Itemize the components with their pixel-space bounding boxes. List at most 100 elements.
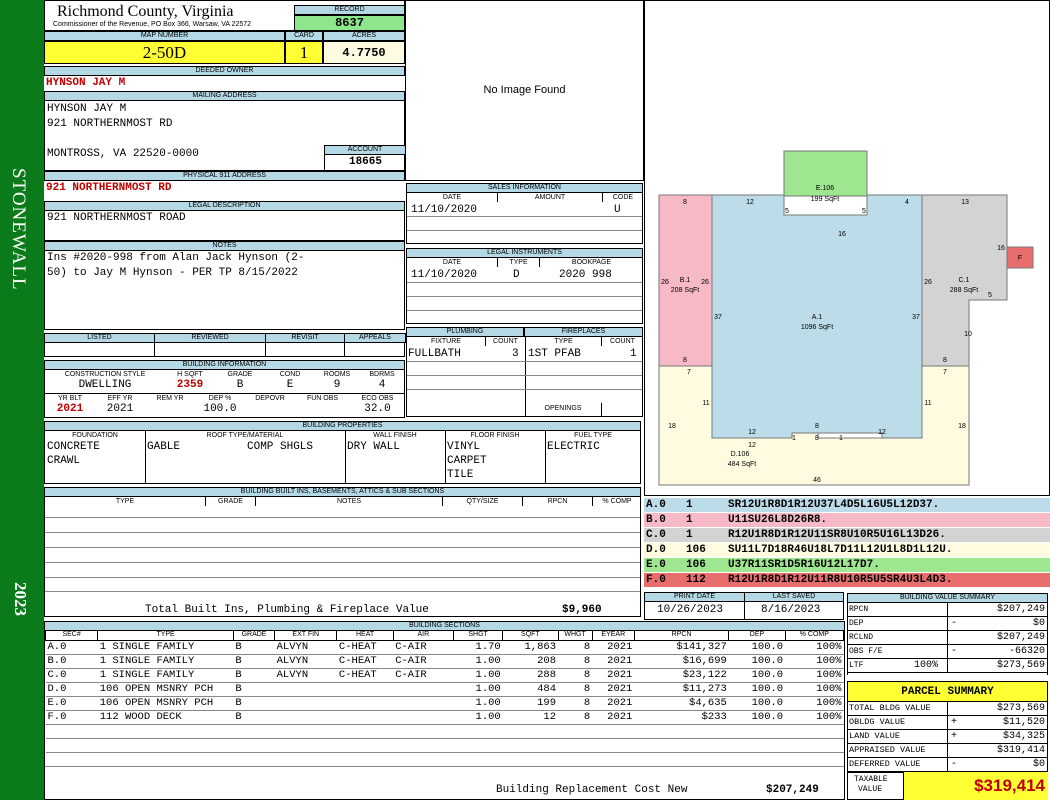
- legend-code: F.0: [646, 574, 666, 586]
- dim-a-b7: 1: [839, 435, 843, 442]
- section-id: D.0: [45, 682, 98, 697]
- legend-path: SR12U1R8D1R12U37L4D5L16U5L12D37.: [728, 499, 940, 511]
- dim-d-tr: 7: [943, 369, 947, 376]
- legend-num: 1: [686, 499, 693, 511]
- district-name: STONEWALL: [8, 168, 29, 291]
- revisit-label: REVISIT: [265, 333, 345, 343]
- plumbing-fixture: FULLBATH: [408, 348, 461, 360]
- section-eyear: 2021: [592, 696, 635, 711]
- section-sqft: 208: [502, 654, 558, 669]
- total-bldg-row: TOTAL BLDG VALUE $273,569: [848, 702, 1047, 716]
- bvs-dep-sign: -: [951, 618, 958, 629]
- section-eyear: 2021: [592, 710, 635, 725]
- inst-date: 11/10/2020: [411, 269, 478, 281]
- sections-table: SEC# TYPE GRADE EXT FIN HEAT AIR SHGT SQFT WHGT E…: [44, 631, 845, 767]
- section-extfin: [274, 696, 337, 711]
- parcel-summary-label: PARCEL SUMMARY: [847, 681, 1048, 702]
- sketch-label-e: E.106: [816, 185, 834, 192]
- total-bldg-value: $273,569: [996, 703, 1045, 714]
- listed-label: LISTED: [44, 333, 155, 343]
- taxable-label-1: TAXABLE: [854, 775, 888, 784]
- builtins-type-header: TYPE: [115, 498, 135, 505]
- air-header: AIR: [392, 631, 455, 641]
- section-extfin: ALVYN: [274, 654, 337, 669]
- section-grade: B: [233, 682, 275, 697]
- openings-label: OPENINGS: [544, 405, 582, 412]
- section-row: E.0 106 OPEN MSNRY PCH B 1.00 199 8 2021 $4,635…: [45, 696, 844, 711]
- mailing-address-label: MAILING ADDRESS: [44, 91, 405, 101]
- sketch-sqft-d: 484 SqFt: [728, 461, 756, 468]
- dim-a-b2: 8: [815, 423, 819, 430]
- account-label: ACCOUNT: [324, 145, 406, 155]
- section-shgt: 1.00: [453, 710, 503, 725]
- builtins-total-label: Total Built Ins, Plumbing & Fireplace Va…: [145, 604, 429, 616]
- sales-code-header: CODE: [602, 193, 643, 202]
- section-eyear: 2021: [592, 668, 635, 683]
- building-sketch: E.106 199 SqFt B.1 208 SqFt A.1 1096 SqF…: [644, 0, 1050, 496]
- bvs-obs-label: OBS F/E: [849, 647, 883, 656]
- plumbing-label: PLUMBING: [406, 327, 524, 337]
- grade-header: GRADE: [232, 631, 276, 641]
- legal-instruments-label: LEGAL INSTRUMENTS: [406, 248, 643, 258]
- legend-code: E.0: [646, 559, 666, 571]
- yrblt-value: 2021: [56, 403, 84, 415]
- dim-b-top: 8: [683, 199, 687, 206]
- appraised-value: $319,414: [996, 745, 1045, 756]
- sqft-header: SQFT: [502, 631, 559, 641]
- taxable-value-box: TAXABLE VALUE $319,414: [847, 772, 1048, 800]
- dim-e-r: 5: [862, 208, 866, 215]
- roof-header: ROOF TYPE/MATERIAL: [206, 432, 284, 439]
- roof-type: GABLE: [147, 441, 181, 453]
- section-row: D.0 106 OPEN MSNRY PCH B 1.00 484 8 2021 $11,27…: [45, 682, 844, 697]
- cond-value: E: [286, 379, 294, 391]
- section-heat: [336, 710, 394, 725]
- dim-c-bot: 10: [964, 331, 972, 338]
- builtins-table: TYPE GRADE NOTES QTY/SIZE RPCN % COMP To…: [44, 497, 641, 617]
- legend-row: B.0 1 U11SU26L8D26R8.: [644, 513, 1050, 527]
- section-whgt: 8: [558, 640, 593, 655]
- section-extfin: [274, 710, 337, 725]
- total-bldg-label: TOTAL BLDG VALUE: [849, 703, 931, 713]
- section-rpcn: $141,327: [634, 640, 729, 655]
- appraised-row: APPRAISED VALUE $319,414: [848, 744, 1047, 758]
- section-row-empty: [45, 752, 844, 767]
- section-heat: C-HEAT: [336, 668, 394, 683]
- section-air: C-AIR: [393, 668, 454, 683]
- section-sqft: 1,863: [502, 640, 558, 655]
- sketch-label-d: D.106: [731, 451, 750, 458]
- notes-line-2: 50) to Jay M Hynson - PER TP 8/15/2022: [47, 267, 298, 279]
- section-id: F.0: [45, 710, 98, 725]
- record-label: RECORD: [294, 5, 405, 15]
- legend-row: E.0 106 U37R11SR1D5R16U12L17D7.: [644, 558, 1050, 572]
- sketch-label-c: C.1: [959, 277, 970, 284]
- dim-f-l: 16: [997, 245, 1005, 252]
- section-grade: B: [233, 668, 275, 683]
- section-air: C-AIR: [393, 654, 454, 669]
- legal-description: 921 NORTHERNMOST ROAD: [47, 212, 186, 224]
- sketch-label-a: A.1: [812, 314, 823, 321]
- bvs-dep-label: DEP: [849, 619, 864, 628]
- section-row-empty: [45, 724, 844, 739]
- cond-header: COND: [279, 371, 301, 378]
- dim-d-l: 11: [702, 400, 709, 407]
- effyr-header: EFF YR: [107, 395, 133, 402]
- bvs-ltr-percent: 100%: [914, 660, 939, 671]
- builtins-grade-header: GRADE: [205, 497, 255, 506]
- legend-code: D.0: [646, 544, 666, 556]
- legend-path: U37R11SR1D5R16U12L17D7.: [728, 559, 880, 571]
- dim-a-top-l: 12: [746, 199, 754, 206]
- dim-a-r: 37: [912, 314, 920, 321]
- section-id: E.0: [45, 696, 98, 711]
- sale-code: U: [614, 204, 621, 216]
- legend-path: R12U1R8D1R12U11SR8U10R5U16L13D26.: [728, 529, 946, 541]
- section-type: 1 SINGLE FAMILY: [97, 668, 234, 683]
- builtins-notes-header: NOTES: [255, 497, 442, 506]
- legal-instruments-table: DATE TYPE BOOKPAGE 11/10/2020 D 2020 998: [406, 258, 643, 324]
- last-saved-date: 8/16/2023: [761, 604, 821, 616]
- legend-code: A.0: [646, 499, 666, 511]
- roof-material: COMP SHGLS: [247, 441, 314, 453]
- section-dep: 100.0: [728, 710, 786, 725]
- heat-header: HEAT: [336, 631, 394, 641]
- section-shgt: 1.70: [453, 640, 503, 655]
- appraised-label: APPRAISED VALUE: [849, 745, 926, 755]
